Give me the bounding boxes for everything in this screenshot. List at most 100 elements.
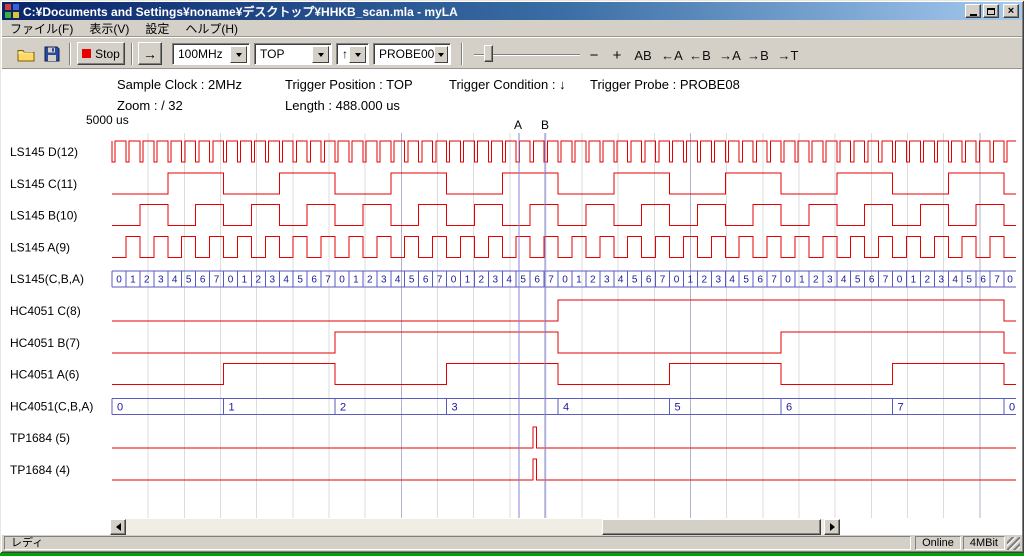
bus-value: 6 (311, 275, 317, 286)
waveform-pulse-trace (112, 427, 1016, 448)
waveform-pulse-trace (112, 459, 1016, 480)
goto-a-right-button[interactable]: →A (717, 45, 743, 65)
bus-value: 0 (562, 275, 568, 286)
bus-value: 4 (172, 275, 178, 286)
titlebar[interactable]: C:¥Documents and Settings¥noname¥デスクトップ¥… (2, 2, 1022, 20)
run-arrow-icon: → (143, 46, 157, 62)
bus-value: 5 (409, 275, 415, 286)
scroll-left-button[interactable] (110, 519, 126, 535)
menubar: ファイル(F) 表示(V) 設定 ヘルプ(H) (2, 20, 1022, 37)
bus-value: 6 (534, 275, 540, 286)
bus-value: 4 (506, 275, 512, 286)
bus-value: 1 (576, 275, 582, 286)
bus-value: 3 (158, 275, 164, 286)
waveform-client: Sample Clock : 2MHz Trigger Position : T… (2, 69, 1022, 535)
bus-value: 5 (186, 275, 192, 286)
bus-value: 4 (841, 275, 847, 286)
dropdown-arrow-icon[interactable] (312, 46, 329, 63)
bus-value: 3 (381, 275, 387, 286)
trigger-probe-select[interactable]: PROBE00 (373, 43, 451, 65)
waveform-area[interactable]: LS145 D(12) LS145 C(11) LS145 B(10) LS145 A… (2, 69, 1022, 535)
bus-value: 1 (911, 275, 917, 286)
waveform-trace (112, 173, 1016, 194)
bus-value: 7 (548, 275, 554, 286)
bus-value: 4 (563, 401, 569, 413)
menu-help[interactable]: ヘルプ(H) (177, 19, 246, 38)
close-icon: × (1008, 6, 1014, 16)
bus-value: 2 (144, 275, 150, 286)
goto-b-right-button[interactable]: →B (745, 45, 771, 65)
bus-value: 2 (590, 275, 596, 286)
waveform-trace (112, 236, 1016, 257)
bus-value: 1 (799, 275, 805, 286)
toolbar-separator (461, 43, 463, 65)
bus-value: 4 (952, 275, 958, 286)
bus-value: 6 (869, 275, 875, 286)
dropdown-arrow-icon[interactable] (230, 46, 247, 63)
bus-value: 4 (729, 275, 735, 286)
sample-clock-select[interactable]: 100MHz (172, 43, 250, 65)
waveform-clock-trace (112, 141, 1016, 162)
bus-value: 5 (297, 275, 303, 286)
zoom-in-button[interactable]: + (607, 45, 627, 65)
waveform-trace (112, 300, 1016, 321)
zoom-out-button[interactable]: − (585, 45, 603, 65)
stop-label: Stop (95, 47, 120, 61)
dropdown-arrow-icon[interactable] (349, 46, 366, 63)
stop-button[interactable]: Stop (77, 42, 125, 65)
trigger-position-select[interactable]: TOP (254, 43, 332, 65)
bus-value: 0 (116, 275, 122, 286)
bus-value: 0 (339, 275, 345, 286)
goto-a-left-button[interactable]: ←A (659, 45, 685, 65)
scroll-right-button[interactable] (824, 519, 840, 535)
zoom-slider-thumb[interactable] (484, 45, 493, 62)
save-file-button[interactable] (40, 42, 64, 66)
toolbar-separator (69, 43, 71, 65)
bus-value: 6 (200, 275, 206, 286)
open-folder-icon (17, 47, 35, 62)
bus-value: 1 (688, 275, 694, 286)
channel-label: HC4051 B(7) (10, 336, 80, 350)
bus-value: 4 (283, 275, 289, 286)
scrollbar-thumb[interactable] (602, 519, 821, 535)
bus-value: 0 (228, 275, 234, 286)
bus-value: 6 (757, 275, 763, 286)
horizontal-scrollbar[interactable] (110, 519, 840, 535)
open-file-button[interactable] (14, 42, 38, 66)
channel-label: TP1684 (5) (10, 431, 70, 445)
bus-value: 1 (130, 275, 136, 286)
bus-value: 2 (479, 275, 485, 286)
minimize-button[interactable] (965, 4, 981, 18)
menu-settings[interactable]: 設定 (137, 19, 177, 38)
close-button[interactable]: × (1003, 4, 1019, 18)
goto-trigger-button[interactable]: →T (775, 45, 801, 65)
bus-value: 5 (675, 401, 681, 413)
run-button[interactable]: → (138, 42, 162, 65)
toolbar-separator (131, 43, 133, 65)
goto-b-left-button[interactable]: ←B (687, 45, 713, 65)
bus-value: 2 (367, 275, 373, 286)
menu-view[interactable]: 表示(V) (81, 19, 137, 38)
ab-cursors-button[interactable]: AB (631, 45, 655, 65)
channel-label: LS145 B(10) (10, 209, 77, 223)
bus-value: 7 (660, 275, 666, 286)
app-icon (5, 4, 19, 18)
bus-value: 7 (325, 275, 331, 286)
minimize-icon (970, 14, 977, 16)
bus-value: 2 (256, 275, 262, 286)
maximize-button[interactable] (983, 4, 999, 18)
app-window: C:¥Documents and Settings¥noname¥デスクトップ¥… (0, 0, 1024, 553)
trigger-edge-select[interactable]: ↑ (336, 43, 369, 65)
bus-value: 2 (702, 275, 708, 286)
dropdown-arrow-icon[interactable] (434, 46, 448, 63)
channel-label: LS145 D(12) (10, 145, 78, 159)
trigger-edge-value: ↑ (337, 44, 349, 64)
menu-file[interactable]: ファイル(F) (2, 19, 81, 38)
window-title: C:¥Documents and Settings¥noname¥デスクトップ¥… (23, 3, 965, 20)
channel-label: LS145 C(11) (10, 177, 77, 191)
bus-value: 3 (939, 275, 945, 286)
bus-value: 1 (229, 401, 235, 413)
channel-label: LS145 A(9) (10, 240, 70, 254)
resize-grip[interactable] (1007, 537, 1020, 550)
save-floppy-icon (44, 46, 60, 62)
